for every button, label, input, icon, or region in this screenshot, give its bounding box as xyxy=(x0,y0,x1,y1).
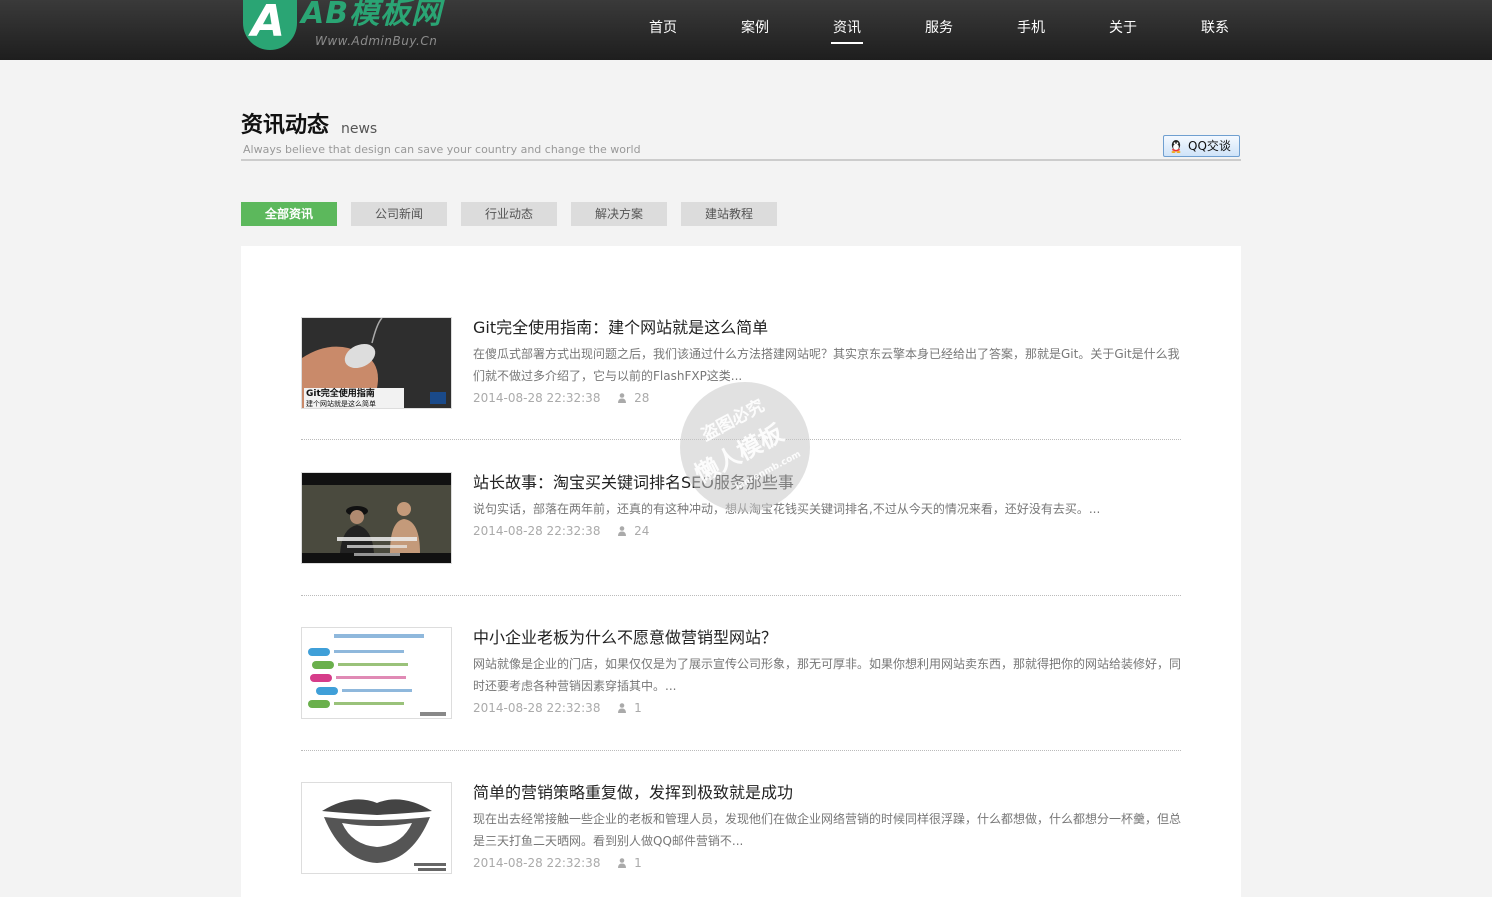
article-views: 28 xyxy=(634,391,650,405)
user-icon xyxy=(618,858,627,868)
user-icon xyxy=(618,526,627,536)
nav-home[interactable]: 首页 xyxy=(633,18,693,38)
page-title: 资讯动态 xyxy=(241,113,330,138)
nav-mobile[interactable]: 手机 xyxy=(1001,18,1061,38)
article-summary: 网站就像是企业的门店，如果仅仅是为了展示宣传公司形象，那无可厚非。如果你想利用网… xyxy=(473,657,1182,693)
article-date: 2014-08-28 22:32:38 xyxy=(473,856,601,870)
tab-tutorials[interactable]: 建站教程 xyxy=(681,202,777,226)
article-thumbnail[interactable]: Git完全使用指南 建个网站就是这么简单 xyxy=(301,317,452,409)
user-icon xyxy=(618,703,627,713)
article-item: 简单的营销策略重复做，发挥到极致就是成功 现在出去经常接触一些企业的老板和管理人… xyxy=(301,782,1181,897)
nav-about[interactable]: 关于 xyxy=(1093,18,1153,38)
article-summary: 在傻瓜式部署方式出现问题之后，我们该通过什么方法搭建网站呢？其实京东云擎本身已经… xyxy=(473,347,1180,383)
article-divider xyxy=(301,439,1181,440)
nav-services[interactable]: 服务 xyxy=(909,18,969,38)
site-logo[interactable]: A AB模板网 Www.AdminBuy.Cn xyxy=(243,0,473,54)
article-title[interactable]: 中小企业老板为什么不愿意做营销型网站？ xyxy=(473,627,777,649)
qq-chat-button[interactable]: QQ交谈 xyxy=(1163,135,1240,157)
article-summary: 现在出去经常接触一些企业的老板和管理人员，发现他们在做企业网络营销的时候同样很浮… xyxy=(473,812,1182,848)
article-views: 1 xyxy=(634,856,642,870)
tab-solutions[interactable]: 解决方案 xyxy=(571,202,667,226)
article-divider xyxy=(301,750,1181,751)
article-thumbnail[interactable] xyxy=(301,472,452,564)
article-item: Git完全使用指南 建个网站就是这么简单 Git完全使用指南：建个网站就是这么简… xyxy=(301,317,1181,467)
article-date: 2014-08-28 22:32:38 xyxy=(473,701,601,715)
article-views: 1 xyxy=(634,701,642,715)
qq-penguin-icon xyxy=(1171,140,1181,153)
logo-emblem: A xyxy=(243,0,297,50)
article-title[interactable]: 站长故事：淘宝买关键词排名SEO服务那些事 xyxy=(473,472,794,494)
nav-cases[interactable]: 案例 xyxy=(725,18,785,38)
title-divider xyxy=(241,159,1241,161)
thumbnail-subcaption: 建个网站就是这么简单 xyxy=(306,400,376,408)
article-title[interactable]: 简单的营销策略重复做，发挥到极致就是成功 xyxy=(473,782,793,804)
nav-news[interactable]: 资讯 xyxy=(817,18,877,44)
article-summary: 说句实话，部落在两年前，还真的有这种冲动，想从淘宝花钱买关键词排名,不过从今天的… xyxy=(473,502,1101,516)
nav-contact[interactable]: 联系 xyxy=(1185,18,1245,38)
movie-still-image xyxy=(302,473,451,563)
article-item: 中小企业老板为什么不愿意做营销型网站？ 网站就像是企业的门店，如果仅仅是为了展示… xyxy=(301,627,1181,777)
page-title-en: news xyxy=(341,121,378,137)
article-date: 2014-08-28 22:32:38 xyxy=(473,524,601,538)
logo-subtext: Www.AdminBuy.Cn xyxy=(315,34,438,48)
logo-text: AB模板网 xyxy=(301,0,443,31)
tab-company-news[interactable]: 公司新闻 xyxy=(351,202,447,226)
article-meta: 2014-08-28 22:32:38 1 xyxy=(473,855,642,871)
thumbnail-caption: Git完全使用指南 xyxy=(306,389,375,399)
article-meta: 2014-08-28 22:32:38 1 xyxy=(473,700,642,716)
tab-industry-news[interactable]: 行业动态 xyxy=(461,202,557,226)
article-views: 24 xyxy=(634,524,650,538)
logo-emblem-letter: A xyxy=(251,0,286,47)
article-list: Git完全使用指南 建个网站就是这么简单 Git完全使用指南：建个网站就是这么简… xyxy=(241,246,1241,897)
page-slogan: Always believe that design can save your… xyxy=(243,143,641,156)
article-thumbnail[interactable] xyxy=(301,782,452,874)
article-item: 站长故事：淘宝买关键词排名SEO服务那些事 说句实话，部落在两年前，还真的有这种… xyxy=(301,472,1181,622)
qq-chat-label: QQ交谈 xyxy=(1188,139,1231,153)
article-title[interactable]: Git完全使用指南：建个网站就是这么简单 xyxy=(473,317,768,339)
article-meta: 2014-08-28 22:32:38 24 xyxy=(473,523,649,539)
user-icon xyxy=(618,393,627,403)
word-cloud-lips-image xyxy=(302,783,451,873)
article-date: 2014-08-28 22:32:38 xyxy=(473,391,601,405)
infographic-image xyxy=(302,628,451,718)
article-divider xyxy=(301,595,1181,596)
site-header: A AB模板网 Www.AdminBuy.Cn 首页 案例 资讯 服务 手机 关… xyxy=(0,0,1492,60)
article-thumbnail[interactable] xyxy=(301,627,452,719)
tab-all-news[interactable]: 全部资讯 xyxy=(241,202,337,226)
article-meta: 2014-08-28 22:32:38 28 xyxy=(473,390,649,406)
